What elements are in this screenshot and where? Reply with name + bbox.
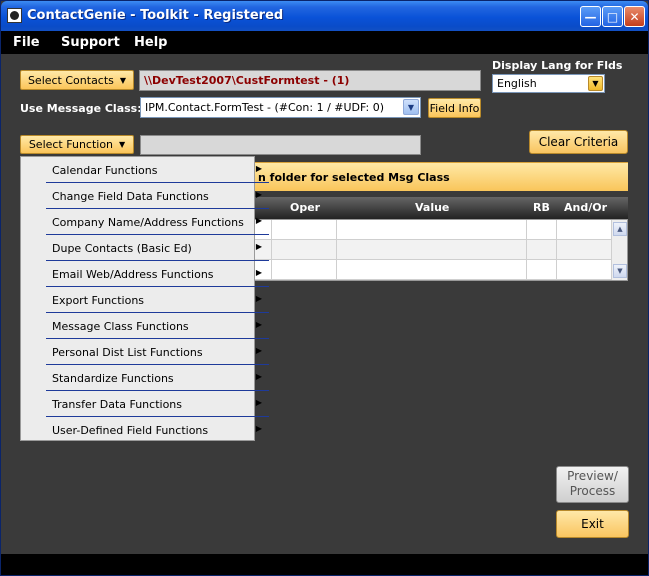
menu-item-message-class[interactable]: Message Class Functions ▶ bbox=[46, 313, 269, 339]
preview-label: Preview/ bbox=[567, 469, 618, 483]
menu-item-label: Transfer Data Functions bbox=[52, 398, 183, 411]
menu-support[interactable]: Support bbox=[61, 35, 120, 50]
criteria-grid[interactable]: ▲ ▼ bbox=[250, 219, 628, 281]
display-lang-value: English bbox=[497, 77, 537, 90]
field-info-button[interactable]: Field Info bbox=[428, 98, 481, 118]
scroll-down-icon[interactable]: ▼ bbox=[613, 264, 627, 278]
select-contacts-label: Select Contacts bbox=[27, 73, 114, 87]
window-title: ContactGenie - Toolkit - Registered bbox=[27, 8, 284, 23]
function-field bbox=[140, 135, 421, 155]
menu-help[interactable]: Help bbox=[134, 35, 167, 50]
menu-item-label: Export Functions bbox=[52, 294, 145, 307]
menu-item-label: Company Name/Address Functions bbox=[52, 216, 244, 229]
submenu-arrow-icon: ▶ bbox=[255, 398, 262, 407]
menu-item-label: Standardize Functions bbox=[52, 372, 174, 385]
chevron-down-icon: ▼ bbox=[119, 75, 127, 85]
menu-bar: File Support Help bbox=[1, 31, 648, 54]
submenu-arrow-icon: ▶ bbox=[255, 372, 262, 381]
submenu-arrow-icon: ▶ bbox=[255, 346, 262, 355]
select-function-label: Select Function bbox=[28, 138, 114, 151]
menu-item-company-name-address[interactable]: Company Name/Address Functions ▶ bbox=[46, 209, 269, 235]
menu-item-personal-dist-list[interactable]: Personal Dist List Functions ▶ bbox=[46, 339, 269, 365]
function-dropdown-menu: Calendar Functions ▶ Change Field Data F… bbox=[20, 156, 269, 441]
preview-process-button[interactable]: Preview/ Process bbox=[556, 466, 629, 503]
exit-button[interactable]: Exit bbox=[556, 510, 629, 538]
column-value: Value bbox=[415, 201, 450, 214]
submenu-arrow-icon: ▶ bbox=[255, 320, 262, 329]
chevron-down-icon: ▼ bbox=[119, 140, 126, 149]
title-bar[interactable]: ContactGenie - Toolkit - Registered — □ … bbox=[1, 1, 648, 31]
grid-divider bbox=[336, 220, 337, 280]
menu-item-email-web-address[interactable]: Email Web/Address Functions ▶ bbox=[46, 261, 269, 287]
menu-item-label: Change Field Data Functions bbox=[52, 190, 209, 203]
submenu-arrow-icon: ▶ bbox=[255, 242, 262, 251]
criteria-grid-header: Oper Value RB And/Or bbox=[250, 197, 628, 219]
chevron-down-icon[interactable]: ▼ bbox=[403, 99, 419, 115]
app-icon bbox=[7, 8, 22, 23]
submenu-arrow-icon: ▶ bbox=[255, 268, 262, 277]
column-and-or: And/Or bbox=[564, 201, 608, 214]
message-class-value: IPM.Contact.FormTest - (#Con: 1 / #UDF: … bbox=[145, 101, 384, 114]
status-bar bbox=[1, 554, 648, 575]
menu-item-standardize[interactable]: Standardize Functions ▶ bbox=[46, 365, 269, 391]
process-label: Process bbox=[569, 484, 616, 498]
menu-file[interactable]: File bbox=[13, 35, 40, 50]
contacts-path-field: \\DevTest2007\CustFormtest - (1) bbox=[139, 70, 481, 91]
chevron-down-icon[interactable]: ▼ bbox=[588, 76, 603, 91]
maximize-icon[interactable]: □ bbox=[602, 6, 623, 27]
submenu-arrow-icon: ▶ bbox=[255, 190, 262, 199]
column-oper: Oper bbox=[290, 201, 321, 214]
display-lang-select[interactable]: English ▼ bbox=[492, 74, 605, 93]
menu-item-transfer-data[interactable]: Transfer Data Functions ▶ bbox=[46, 391, 269, 417]
table-row[interactable] bbox=[251, 240, 611, 260]
submenu-arrow-icon: ▶ bbox=[255, 294, 262, 303]
clear-criteria-button[interactable]: Clear Criteria bbox=[529, 130, 628, 154]
close-icon[interactable]: ✕ bbox=[624, 6, 645, 27]
display-lang-label: Display Lang for Flds bbox=[492, 59, 623, 72]
table-row[interactable] bbox=[251, 260, 611, 280]
grid-divider bbox=[556, 220, 557, 280]
menu-item-label: Dupe Contacts (Basic Ed) bbox=[52, 242, 192, 255]
column-rb: RB bbox=[533, 201, 550, 214]
select-contacts-button[interactable]: Select Contacts ▼ bbox=[20, 70, 134, 90]
criteria-banner: n folder for selected Msg Class bbox=[250, 162, 628, 191]
table-row[interactable] bbox=[251, 220, 611, 240]
menu-item-label: Message Class Functions bbox=[52, 320, 189, 333]
grid-scrollbar[interactable]: ▲ ▼ bbox=[611, 220, 627, 280]
app-window: ContactGenie - Toolkit - Registered — □ … bbox=[0, 0, 649, 576]
menu-item-calendar-functions[interactable]: Calendar Functions ▶ bbox=[46, 157, 269, 183]
menu-item-label: Email Web/Address Functions bbox=[52, 268, 214, 281]
submenu-arrow-icon: ▶ bbox=[255, 424, 262, 433]
scroll-up-icon[interactable]: ▲ bbox=[613, 222, 627, 236]
minimize-icon[interactable]: — bbox=[580, 6, 601, 27]
menu-item-user-defined-field[interactable]: User-Defined Field Functions ▶ bbox=[46, 417, 269, 443]
menu-item-change-field-data[interactable]: Change Field Data Functions ▶ bbox=[46, 183, 269, 209]
message-class-select[interactable]: IPM.Contact.FormTest - (#Con: 1 / #UDF: … bbox=[140, 97, 421, 118]
menu-item-label: User-Defined Field Functions bbox=[52, 424, 209, 437]
menu-item-label: Personal Dist List Functions bbox=[52, 346, 203, 359]
grid-divider bbox=[526, 220, 527, 280]
message-class-label: Use Message Class: bbox=[20, 102, 142, 115]
menu-item-dupe-contacts[interactable]: Dupe Contacts (Basic Ed) ▶ bbox=[46, 235, 269, 261]
menu-item-label: Calendar Functions bbox=[52, 164, 158, 177]
menu-item-export-functions[interactable]: Export Functions ▶ bbox=[46, 287, 269, 313]
submenu-arrow-icon: ▶ bbox=[255, 216, 262, 225]
submenu-arrow-icon: ▶ bbox=[255, 164, 262, 173]
grid-divider bbox=[271, 220, 272, 280]
select-function-button[interactable]: Select Function ▼ bbox=[20, 135, 134, 154]
